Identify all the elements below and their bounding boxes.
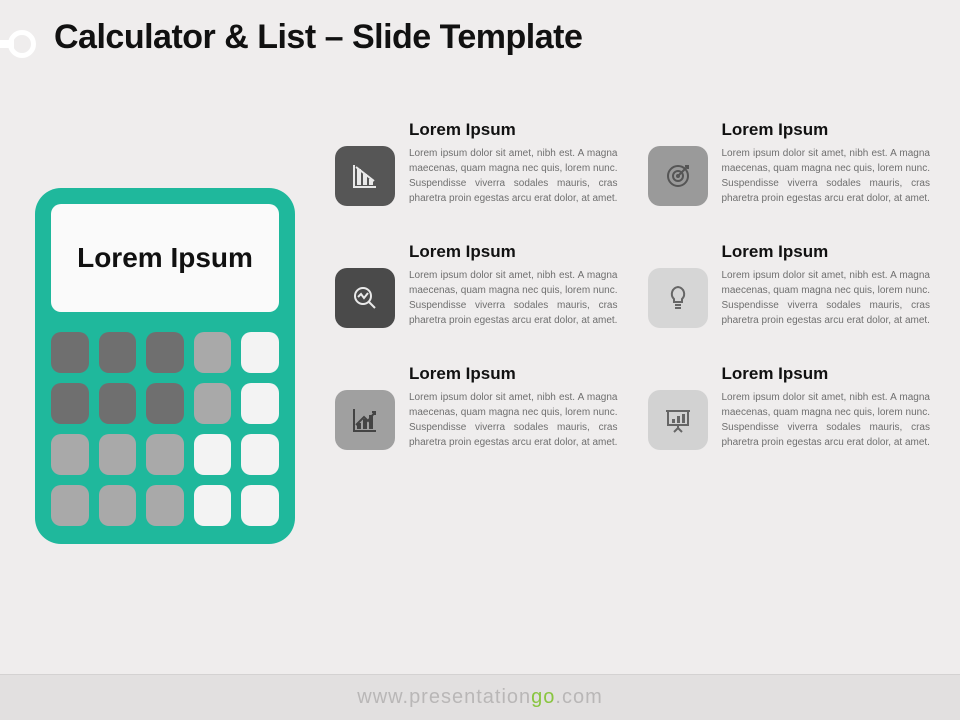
feature-list: Lorem Ipsum Lorem ipsum dolor sit amet, … <box>335 120 930 450</box>
list-item-body: Lorem ipsum dolor sit amet, nibh est. A … <box>722 268 931 328</box>
calculator-graphic: Lorem Ipsum <box>35 188 295 544</box>
list-item: Lorem Ipsum Lorem ipsum dolor sit amet, … <box>648 364 931 450</box>
list-item-title: Lorem Ipsum <box>409 242 618 262</box>
calculator-keys <box>51 332 279 526</box>
list-item-title: Lorem Ipsum <box>722 242 931 262</box>
list-item: Lorem Ipsum Lorem ipsum dolor sit amet, … <box>648 242 931 328</box>
list-item-body: Lorem ipsum dolor sit amet, nibh est. A … <box>409 390 618 450</box>
page-title: Calculator & List – Slide Template <box>54 18 582 57</box>
list-item-title: Lorem Ipsum <box>722 364 931 384</box>
declining-chart-icon <box>335 146 395 206</box>
footer-url: www.presentationgo.com <box>357 686 602 709</box>
list-item: Lorem Ipsum Lorem ipsum dolor sit amet, … <box>335 120 618 206</box>
footer: www.presentationgo.com <box>0 674 960 720</box>
title-bullet-icon <box>0 22 40 66</box>
search-analytics-icon <box>335 268 395 328</box>
list-item: Lorem Ipsum Lorem ipsum dolor sit amet, … <box>648 120 931 206</box>
list-item: Lorem Ipsum Lorem ipsum dolor sit amet, … <box>335 242 618 328</box>
list-item-body: Lorem ipsum dolor sit amet, nibh est. A … <box>722 390 931 450</box>
list-item-body: Lorem ipsum dolor sit amet, nibh est. A … <box>409 268 618 328</box>
presentation-icon <box>648 390 708 450</box>
list-item: Lorem Ipsum Lorem ipsum dolor sit amet, … <box>335 364 618 450</box>
lightbulb-icon <box>648 268 708 328</box>
list-item-body: Lorem ipsum dolor sit amet, nibh est. A … <box>409 146 618 206</box>
list-item-body: Lorem ipsum dolor sit amet, nibh est. A … <box>722 146 931 206</box>
list-item-title: Lorem Ipsum <box>409 120 618 140</box>
list-item-title: Lorem Ipsum <box>409 364 618 384</box>
target-icon <box>648 146 708 206</box>
growth-chart-icon <box>335 390 395 450</box>
calculator-screen: Lorem Ipsum <box>51 204 279 312</box>
list-item-title: Lorem Ipsum <box>722 120 931 140</box>
